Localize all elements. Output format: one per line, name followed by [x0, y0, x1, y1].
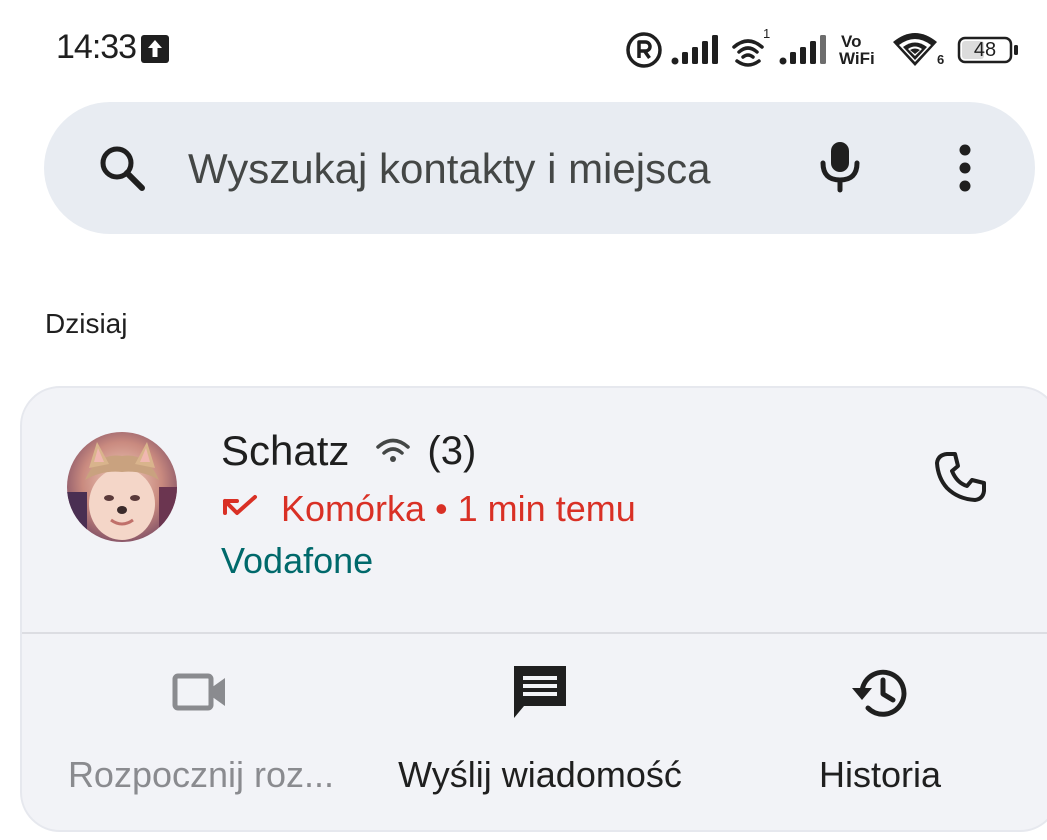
vowifi-vo-label: Vo — [841, 32, 862, 51]
section-header-today: Dzisiaj — [45, 308, 128, 339]
message-icon — [514, 666, 566, 718]
history-icon — [852, 669, 907, 717]
send-message-label: Wyślij wiadomość — [398, 754, 682, 795]
history-label: Historia — [818, 754, 942, 795]
vowifi-icon: Vo WiFi — [839, 30, 883, 70]
contact-name: Schatz — [221, 427, 350, 474]
mic-icon[interactable] — [812, 138, 868, 194]
battery-level: 48 — [973, 39, 997, 61]
vowifi-wifi-label: WiFi — [839, 49, 875, 68]
upload-icon — [141, 35, 169, 63]
status-bar: 14:33 1 Vo WiFi 6 48 — [0, 0, 1047, 100]
status-icons: 1 Vo WiFi 6 48 — [625, 26, 1021, 72]
call-count: (3) — [427, 428, 477, 473]
video-call-icon — [172, 673, 225, 711]
history-button[interactable]: Historia — [760, 660, 1000, 810]
wifi-calling-icon: 1 — [731, 26, 771, 68]
wifi-icon: 6 — [891, 30, 949, 70]
wifi-sup-label: 1 — [763, 26, 771, 41]
phone-icon — [935, 452, 986, 502]
call-type-and-time: Komórka • 1 min temu — [281, 488, 636, 529]
missed-call-icon — [223, 495, 257, 515]
signal-icon — [671, 35, 718, 65]
wifi6-label: 6 — [937, 52, 945, 67]
contact-name-row: Schatz (3) — [221, 424, 476, 478]
more-options-icon[interactable] — [944, 140, 986, 196]
send-message-button[interactable]: Wyślij wiadomość — [378, 660, 702, 810]
registered-icon — [626, 32, 662, 68]
start-video-call-label: Rozpocznij roz... — [67, 754, 335, 795]
call-detail-row: Komórka • 1 min temu — [221, 486, 636, 532]
status-time: 14:33 — [56, 28, 137, 66]
call-back-button[interactable] — [920, 438, 1000, 518]
search-input[interactable] — [188, 140, 788, 198]
start-video-call-button[interactable]: Rozpocznij roz... — [55, 660, 347, 810]
search-icon[interactable] — [96, 142, 148, 194]
battery-icon: 48 — [957, 36, 1021, 64]
wifi-calling-icon — [376, 438, 411, 462]
carrier-label: Vodafone — [221, 540, 374, 581]
card-divider — [22, 632, 1047, 634]
signal-icon — [779, 35, 826, 65]
avatar[interactable] — [67, 432, 177, 542]
